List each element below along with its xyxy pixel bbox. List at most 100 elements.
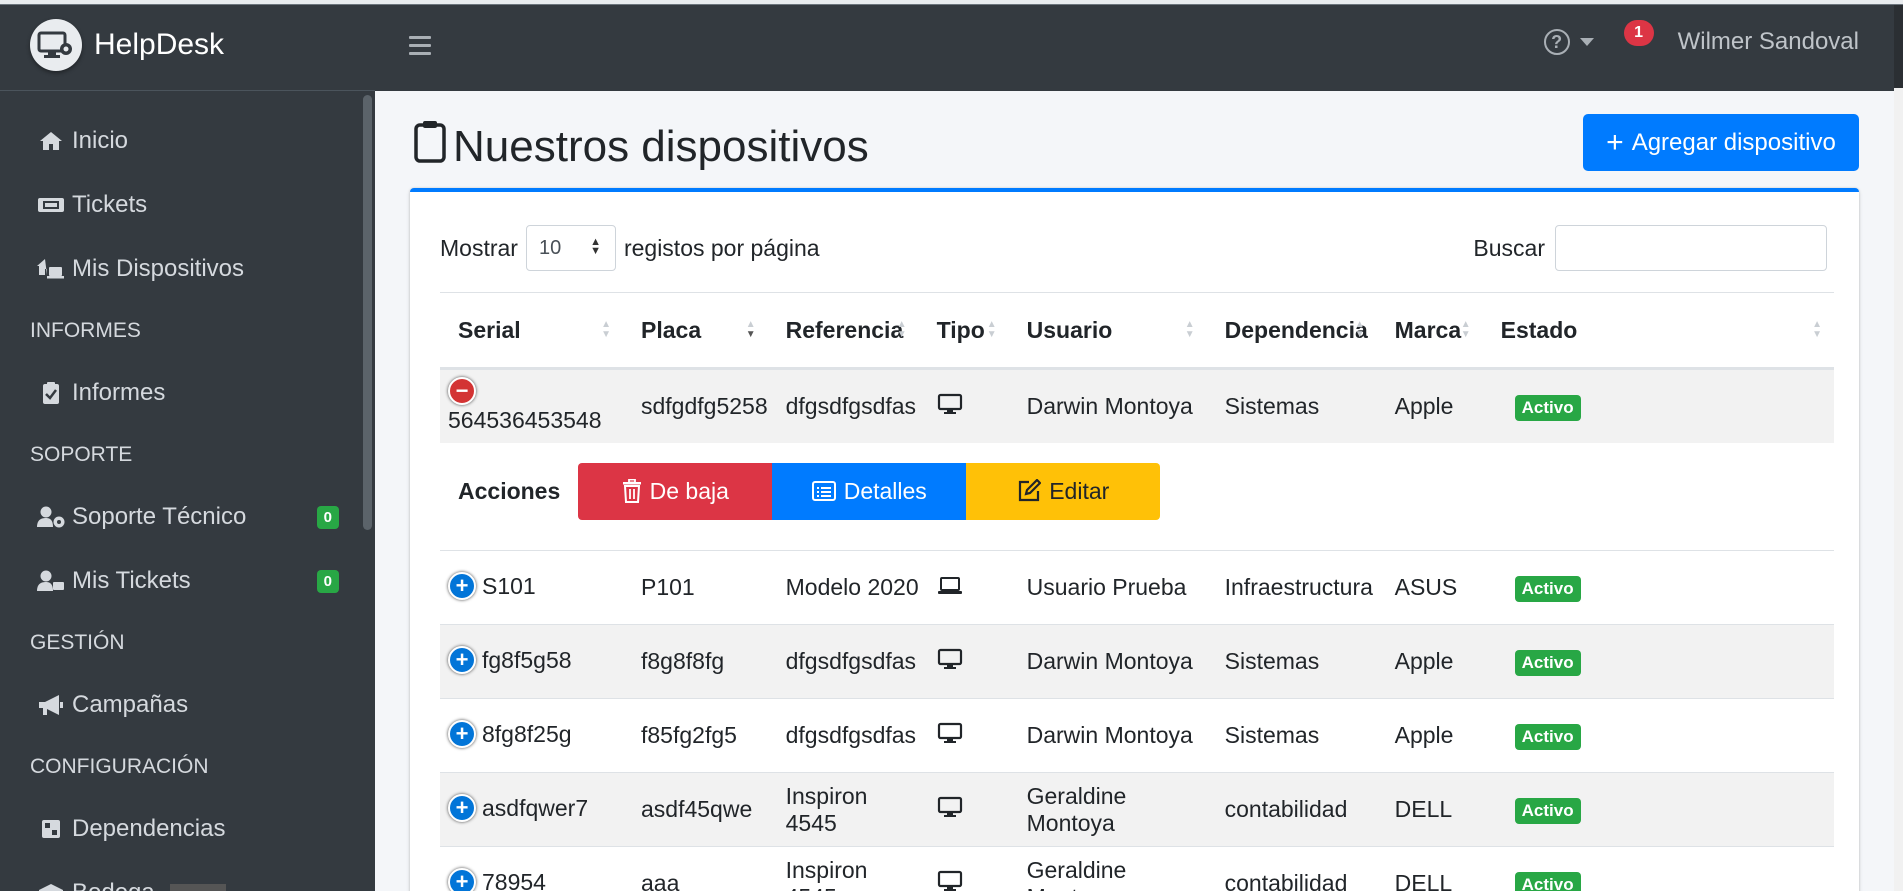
cell-marca: Apple <box>1376 624 1483 699</box>
expand-row-icon[interactable]: + <box>448 571 476 600</box>
search-input[interactable] <box>1555 225 1827 271</box>
sort-icon: ▲ ▼ <box>1354 319 1365 340</box>
column-header-tipo[interactable]: Tipo ▲ ▼ <box>918 292 1009 370</box>
table-row[interactable]: + fg8f5g58 f8g8f8fg dfgsdfgsdfas Darwin M… <box>440 624 1834 699</box>
cell-usuario: Geraldine Montoya <box>1008 772 1207 847</box>
desktop-icon <box>937 722 963 750</box>
edit-label: Editar <box>1049 477 1110 504</box>
cell-dependencia: contabilidad <box>1206 846 1377 891</box>
add-device-button[interactable]: + Agregar dispositivo <box>1583 114 1859 171</box>
edit-icon <box>1019 479 1042 502</box>
cell-usuario: Geraldine Montoya <box>1008 846 1207 891</box>
per-page-label: registos por página <box>623 234 820 261</box>
cell-placa: aaa <box>623 846 768 891</box>
status-badge: Activo <box>1514 724 1581 750</box>
edit-button[interactable]: Editar <box>966 462 1161 520</box>
table-row[interactable]: −564536453548 sdfgdfg5258 dfgsdfgsdfas D… <box>440 368 1834 443</box>
scrollbar-thumb[interactable] <box>1894 0 1903 88</box>
cell-dependencia: Infraestructura <box>1206 550 1377 625</box>
add-device-label: Agregar dispositivo <box>1631 128 1836 156</box>
sidebar-item-mis-dispositivos[interactable]: Mis Dispositivos <box>0 237 375 301</box>
cell-estado: Activo <box>1482 846 1834 891</box>
sidebar-item-soporte-tecnico[interactable]: Soporte Técnico 0 <box>0 485 375 549</box>
column-header-marca[interactable]: Marca ▲ ▼ <box>1376 292 1483 370</box>
sort-icon: ▲ ▼ <box>601 319 611 340</box>
devices-card: Mostrar 10 ▲ ▼ registos por página Buscar… <box>410 188 1859 891</box>
details-button[interactable]: Detalles <box>772 462 967 520</box>
sidebar-item-label: Informes <box>72 379 166 406</box>
sidebar-scrollbar[interactable] <box>363 95 372 530</box>
notification-badge[interactable]: 1 <box>1623 20 1654 46</box>
cell-serial: + S101 <box>440 550 623 625</box>
expand-row-icon[interactable]: + <box>448 868 476 891</box>
sidebar-item-inicio[interactable]: Inicio <box>0 109 375 173</box>
brand[interactable]: HelpDesk <box>0 0 375 91</box>
column-header-placa[interactable]: Placa ▲ ▼ <box>623 292 768 370</box>
sidebar-item-tickets[interactable]: Tickets <box>0 173 375 237</box>
column-header-estado[interactable]: Estado ▲ ▼ <box>1482 292 1834 370</box>
ticket-icon <box>36 195 66 215</box>
cell-referencia: Inspiron 4545 <box>767 846 919 891</box>
sidebar-item-mis-tickets[interactable]: Mis Tickets 0 <box>0 549 375 613</box>
table-row[interactable]: + asdfqwer7 asdf45qwe Inspiron 4545 Geral… <box>440 772 1834 847</box>
column-header-dependencia[interactable]: Dependencia ▲ ▼ <box>1206 292 1377 370</box>
sidebar-item-dependencias[interactable]: Dependencias <box>0 797 375 861</box>
sidebar: HelpDesk Inicio Tickets Mis Dispositivos… <box>0 0 375 891</box>
sort-desc-icon: ▲ ▼ <box>745 319 756 340</box>
desktop-icon <box>937 870 963 891</box>
page-size-select[interactable]: 10 ▲ ▼ <box>525 225 616 271</box>
column-header-referencia[interactable]: Referencia ▲ ▼ <box>767 292 919 370</box>
section-header-gestion: GESTIÓN <box>30 631 125 654</box>
page-scrollbar[interactable] <box>1894 0 1903 891</box>
collapse-row-icon[interactable]: − <box>448 377 476 406</box>
user-menu[interactable]: Wilmer Sandoval <box>1678 28 1859 56</box>
sidebar-item-label: Mis Dispositivos <box>72 255 245 282</box>
help-icon[interactable]: ? <box>1543 29 1570 55</box>
count-badge: 0 <box>316 569 339 593</box>
sidebar-nav: Inicio Tickets Mis Dispositivos INFORMES… <box>0 91 375 891</box>
table-row[interactable]: +8fg8f25g f85fg2fg5 dfgsdfgsdfas Darwin … <box>440 698 1834 773</box>
plus-icon: + <box>1606 125 1624 159</box>
column-header-serial[interactable]: Serial ▲ ▼ <box>440 292 623 370</box>
cell-tipo <box>918 624 1009 699</box>
laptop-icon <box>937 575 963 602</box>
deactivate-button[interactable]: De baja <box>578 462 773 520</box>
cell-dependencia: contabilidad <box>1206 772 1377 847</box>
cell-referencia: dfgsdfgsdfas <box>767 368 919 443</box>
column-header-usuario[interactable]: Usuario ▲ ▼ <box>1008 292 1207 370</box>
trash-icon <box>622 479 641 504</box>
status-badge: Activo <box>1514 798 1581 824</box>
row-actions-cell: Acciones De baja Detalles Editar <box>440 442 1834 551</box>
expand-row-icon[interactable]: + <box>448 719 476 748</box>
chevron-down-icon[interactable] <box>1579 38 1594 46</box>
table-row[interactable]: +78954 aaa Inspiron 4545 Geraldine Monto… <box>440 846 1834 891</box>
list-icon <box>811 481 836 502</box>
cell-serial: + fg8f5g58 <box>440 624 623 699</box>
search-control: Buscar <box>1473 225 1827 271</box>
bullhorn-icon <box>36 693 66 717</box>
cell-dependencia: Sistemas <box>1206 698 1377 773</box>
section-header-soporte: SOPORTE <box>30 443 133 466</box>
laptop-house-icon <box>36 257 66 281</box>
sidebar-item-campanas[interactable]: Campañas <box>0 673 375 737</box>
cell-placa: P101 <box>623 550 768 625</box>
expand-row-icon[interactable]: + <box>448 645 476 674</box>
sidebar-item-informes[interactable]: Informes <box>0 361 375 425</box>
helpdesk-logo-icon <box>30 19 82 71</box>
sort-icon: ▲ ▼ <box>1812 319 1822 340</box>
select-arrows-icon: ▲ ▼ <box>590 236 601 257</box>
status-badge: Activo <box>1514 650 1581 676</box>
user-cog-icon <box>36 505 66 529</box>
cell-estado: Activo <box>1482 698 1834 773</box>
menu-toggle-icon[interactable] <box>409 36 431 60</box>
cell-usuario: Usuario Prueba <box>1008 550 1207 625</box>
horizontal-scrollbar-thumb[interactable] <box>170 884 226 891</box>
cell-referencia: Modelo 2020 <box>767 550 919 625</box>
expand-row-icon[interactable]: + <box>448 793 476 822</box>
cell-marca: DELL <box>1376 772 1483 847</box>
topbar-right: ? 1 Wilmer Sandoval <box>1543 20 1859 56</box>
table-row[interactable]: + S101 P101 Modelo 2020 Usuario Prueba In… <box>440 550 1834 625</box>
cell-usuario: Darwin Montoya <box>1008 624 1207 699</box>
cell-placa: f8g8f8fg <box>623 624 768 699</box>
sidebar-item-label: Tickets <box>72 191 148 218</box>
